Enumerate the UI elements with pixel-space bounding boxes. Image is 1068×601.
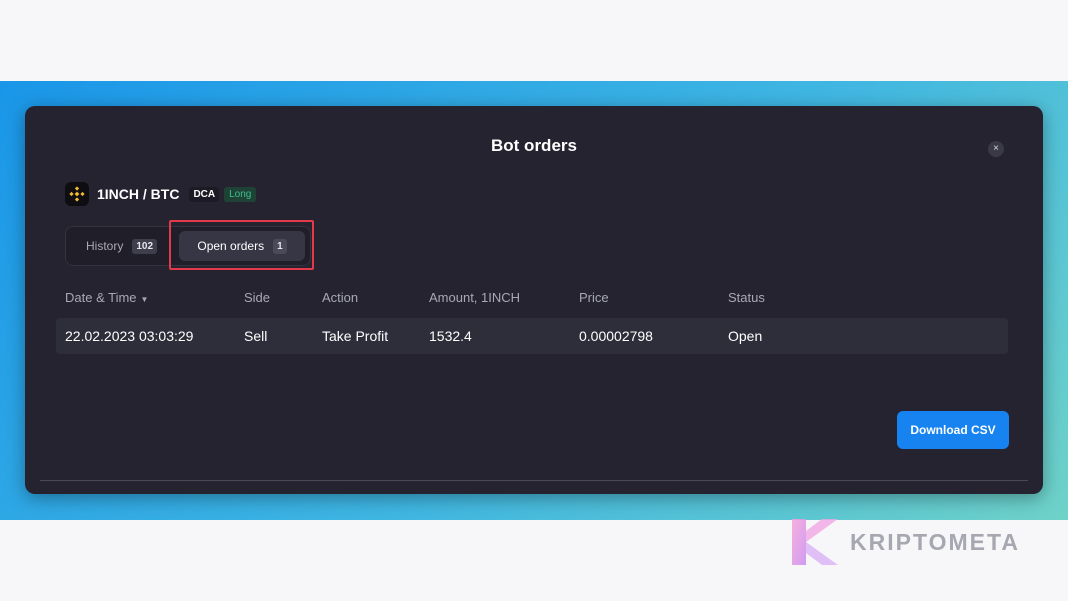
close-button[interactable]: × [988, 141, 1004, 157]
column-header-status: Status [728, 290, 765, 305]
cell-side: Sell [244, 328, 268, 344]
download-csv-button[interactable]: Download CSV [897, 411, 1009, 449]
binance-icon [65, 182, 89, 206]
pair-name: 1INCH / BTC [97, 186, 180, 202]
column-header-price: Price [579, 290, 609, 305]
bot-pair-header: 1INCH / BTC DCA Long [65, 182, 257, 206]
modal-title: Bot orders [491, 136, 577, 155]
sort-down-icon: ▼ [140, 295, 149, 304]
watermark-text: KRIPTOMETA [850, 528, 1020, 555]
tab-open-orders-label: Open orders [197, 239, 265, 253]
close-icon: × [993, 143, 999, 154]
watermark-logo: KRIPTOMETA [792, 519, 1020, 565]
strategy-badge: DCA [189, 186, 220, 202]
column-header-datetime[interactable]: Date & Time ▼ [65, 290, 148, 305]
tab-history-count: 102 [132, 238, 158, 254]
column-header-side: Side [244, 290, 271, 305]
cell-status: Open [728, 328, 763, 344]
bot-orders-modal: Bot orders × 1INCH / BTC DCA Long Histor… [25, 106, 1043, 494]
modal-divider [40, 480, 1028, 481]
tab-history[interactable]: History 102 [70, 231, 173, 261]
order-tabs: History 102 Open orders 1 [65, 226, 311, 266]
direction-badge: Long [224, 186, 257, 202]
column-header-datetime-label: Date & Time [65, 290, 137, 305]
tab-open-orders[interactable]: Open orders 1 [179, 231, 305, 261]
column-header-action: Action [322, 290, 359, 305]
cell-amount: 1532.4 [429, 328, 472, 344]
cell-datetime: 22.02.2023 03:03:29 [65, 328, 194, 344]
cell-action: Take Profit [322, 328, 389, 344]
tab-history-label: History [86, 239, 124, 253]
table-row [56, 318, 1008, 354]
cell-price: 0.00002798 [579, 328, 653, 344]
kriptometa-logo-icon [792, 519, 838, 565]
column-header-amount: Amount, 1INCH [429, 290, 521, 305]
tab-open-orders-count: 1 [273, 238, 287, 254]
